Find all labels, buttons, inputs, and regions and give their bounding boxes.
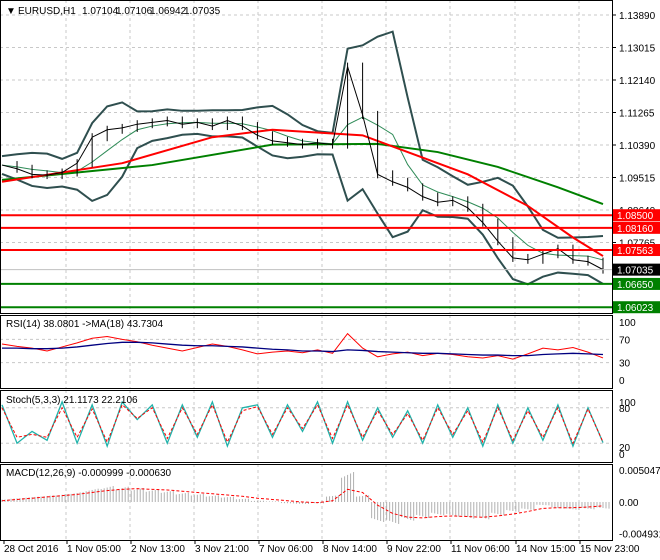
- macd-tick-label: 0.005047: [619, 466, 660, 477]
- price-tick-label: 1.11265: [619, 108, 655, 119]
- time-tick-label: 8 Nov 14:00: [323, 544, 377, 555]
- ohlc-high: 1.07106: [116, 6, 153, 17]
- ohlc-close: 1.07035: [184, 6, 221, 17]
- time-tick-label: 9 Nov 22:00: [387, 544, 441, 555]
- ohlc-low: 1.06942: [150, 6, 187, 17]
- stoch-label: Stoch(5,3,3) 21.1173 22.2106: [6, 395, 138, 406]
- time-tick-label: 14 Nov 15:00: [516, 544, 576, 555]
- level-price-label: 1.07563: [617, 246, 654, 257]
- price-tick-label: 1.12140: [619, 76, 656, 87]
- time-tick-label: 2 Nov 13:00: [131, 544, 185, 555]
- time-tick-label: 28 Oct 2016: [4, 544, 59, 555]
- level-price-label: 1.06650: [617, 280, 654, 291]
- macd-label: MACD(12,26,9) -0.000999 -0.000630: [6, 468, 172, 479]
- price-tick-label: 1.10390: [619, 141, 656, 152]
- rsi-label: RSI(14) 38.0801 ->MA(18) 43.7304: [6, 319, 163, 330]
- price-tick-label: 1.13015: [619, 43, 656, 54]
- ohlc-open: 1.07104: [82, 6, 119, 17]
- price-tick-label: 1.09515: [619, 174, 656, 185]
- level-price-label: 1.06023: [617, 303, 654, 314]
- level-price-label: 1.08160: [617, 224, 654, 235]
- rsi-tick-label: 30: [619, 359, 631, 370]
- stoch-tick-label: 80: [619, 404, 631, 415]
- time-tick-label: 3 Nov 21:00: [195, 544, 249, 555]
- price-tick-label: 1.13890: [619, 11, 656, 22]
- current-price-label: 1.07035: [617, 266, 654, 277]
- collapse-arrow-icon[interactable]: ▼: [6, 6, 16, 17]
- level-price-label: 1.08500: [617, 211, 654, 222]
- macd-tick-label: 0.00: [619, 498, 639, 509]
- time-tick-label: 15 Nov 23:00: [580, 544, 640, 555]
- symbol-header: EURUSD,H1: [18, 6, 76, 17]
- time-tick-label: 11 Nov 06:00: [451, 544, 510, 555]
- rsi-tick-label: 70: [619, 335, 631, 346]
- time-tick-label: 7 Nov 06:00: [259, 544, 313, 555]
- stoch-tick-label: 0: [619, 450, 625, 461]
- trading-chart[interactable]: 28 Oct 2016 1 Nov 05:00 2 Nov 13:00 3 Nov 2…: [0, 0, 660, 560]
- macd-tick-label: -0.004931: [619, 529, 660, 540]
- time-tick-label: 1 Nov 05:00: [67, 544, 121, 555]
- rsi-tick-label: 0: [619, 376, 625, 387]
- rsi-tick-label: 100: [619, 318, 636, 329]
